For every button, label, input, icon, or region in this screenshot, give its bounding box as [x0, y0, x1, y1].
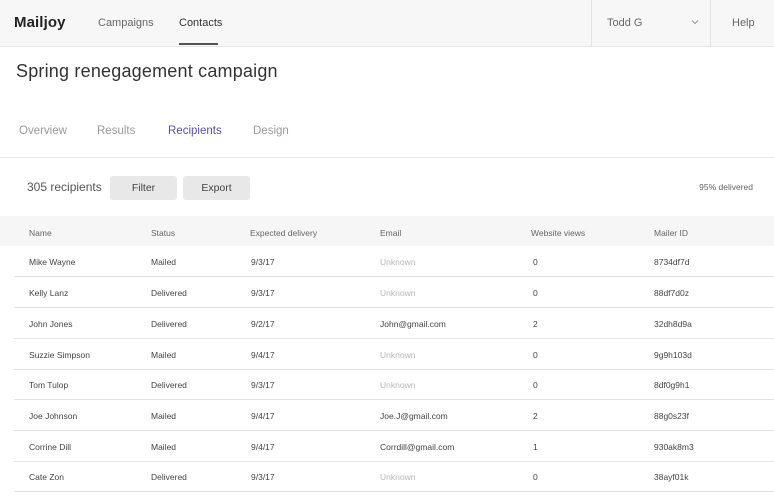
cell-mailer-id: 88g0s23f — [654, 411, 689, 421]
cell-expected-delivery: 9/3/17 — [251, 257, 275, 267]
cell-email[interactable]: Joe.J@gmail.com — [380, 411, 448, 421]
cell-name: Corrine Dill — [29, 442, 72, 452]
nav-campaigns[interactable]: Campaigns — [98, 17, 154, 29]
table-row[interactable]: Cate Zon Delivered 9/3/17 Unknown 0 38ay… — [14, 461, 774, 492]
cell-name: Kelly Lanz — [29, 288, 69, 298]
cell-mailer-id: 9g9h103d — [654, 350, 692, 360]
cell-expected-delivery: 9/2/17 — [251, 319, 275, 329]
table-row[interactable]: Joe Johnson Mailed 9/4/17 Joe.J@gmail.co… — [14, 400, 774, 431]
cell-mailer-id: 930ak8m3 — [654, 442, 694, 452]
cell-website-views: 0 — [533, 257, 538, 267]
table-row[interactable]: Suzzie Simpson Mailed 9/4/17 Unknown 0 9… — [14, 339, 774, 370]
cell-email: Unknown — [380, 288, 416, 298]
cell-email[interactable]: John@gmail.com — [380, 319, 446, 329]
tab-overview[interactable]: Overview — [19, 125, 67, 137]
delivered-percentage: 95% delivered — [699, 182, 753, 192]
cell-status: Delivered — [151, 319, 187, 329]
top-navigation-bar: Mailjoy Campaigns Contacts Todd G Help — [0, 0, 774, 47]
user-menu[interactable]: Todd G — [591, 0, 711, 46]
column-header-email[interactable]: Email — [380, 228, 401, 238]
chevron-down-icon — [691, 20, 699, 25]
cell-website-views: 0 — [533, 380, 538, 390]
table-row[interactable]: Tom Tulop Delivered 9/3/17 Unknown 0 8df… — [14, 369, 774, 400]
cell-website-views: 2 — [533, 319, 538, 329]
column-header-expected-delivery[interactable]: Expected delivery — [250, 228, 317, 238]
cell-name: Suzzie Simpson — [29, 350, 90, 360]
table-row[interactable]: John Jones Delivered 9/2/17 John@gmail.c… — [14, 308, 774, 339]
active-nav-indicator — [179, 43, 218, 45]
table-row[interactable]: Corrine Dill Mailed 9/4/17 Corrdill@gmai… — [14, 431, 774, 462]
column-header-mailer-id[interactable]: Mailer ID — [654, 228, 688, 238]
cell-status: Mailed — [151, 350, 177, 360]
cell-mailer-id: 8734df7d — [654, 257, 690, 267]
cell-expected-delivery: 9/4/17 — [251, 411, 275, 421]
cell-status: Mailed — [151, 257, 177, 267]
cell-name: Joe Johnson — [29, 411, 78, 421]
cell-status: Delivered — [151, 380, 187, 390]
tabs-divider — [0, 157, 774, 158]
cell-expected-delivery: 9/3/17 — [251, 380, 275, 390]
cell-email: Unknown — [380, 257, 416, 267]
column-header-status[interactable]: Status — [151, 228, 175, 238]
cell-expected-delivery: 9/4/17 — [251, 350, 275, 360]
recipient-count: 305 recipients — [27, 180, 102, 194]
table-row[interactable]: Kelly Lanz Delivered 9/3/17 Unknown 0 88… — [14, 277, 774, 308]
cell-mailer-id: 38ayf01k — [654, 472, 689, 482]
user-name: Todd G — [607, 17, 643, 29]
cell-website-views: 2 — [533, 411, 538, 421]
export-button[interactable]: Export — [183, 176, 250, 200]
cell-name: Mike Wayne — [29, 257, 76, 267]
table-row[interactable]: Mike Wayne Mailed 9/3/17 Unknown 0 8734d… — [14, 246, 774, 277]
cell-expected-delivery: 9/4/17 — [251, 442, 275, 452]
tab-results[interactable]: Results — [97, 125, 135, 137]
cell-website-views: 0 — [533, 288, 538, 298]
cell-mailer-id: 8df0g9h1 — [654, 380, 690, 390]
column-header-website-views[interactable]: Website views — [531, 228, 585, 238]
cell-name: Tom Tulop — [29, 380, 69, 390]
cell-status: Delivered — [151, 288, 187, 298]
cell-mailer-id: 32dh8d9a — [654, 319, 692, 329]
cell-email[interactable]: Corrdill@gmail.com — [380, 442, 454, 452]
cell-website-views: 0 — [533, 350, 538, 360]
column-header-name[interactable]: Name — [29, 228, 52, 238]
nav-contacts[interactable]: Contacts — [179, 17, 222, 29]
cell-website-views: 0 — [533, 472, 538, 482]
brand-logo[interactable]: Mailjoy — [14, 14, 66, 31]
cell-status: Mailed — [151, 442, 177, 452]
tab-design[interactable]: Design — [253, 125, 289, 137]
cell-name: John Jones — [29, 319, 73, 329]
help-link[interactable]: Help — [732, 17, 755, 29]
page-title: Spring renegagement campaign — [16, 61, 278, 81]
cell-status: Mailed — [151, 411, 177, 421]
filter-button[interactable]: Filter — [110, 176, 177, 200]
cell-email: Unknown — [380, 380, 416, 390]
cell-website-views: 1 — [533, 442, 538, 452]
tab-recipients[interactable]: Recipients — [168, 125, 222, 137]
cell-status: Delivered — [151, 472, 187, 482]
cell-email: Unknown — [380, 350, 416, 360]
table-header: Name Status Expected delivery Email Webs… — [0, 216, 774, 246]
cell-mailer-id: 88df7d0z — [654, 288, 689, 298]
cell-email: Unknown — [380, 472, 416, 482]
cell-expected-delivery: 9/3/17 — [251, 288, 275, 298]
cell-expected-delivery: 9/3/17 — [251, 472, 275, 482]
cell-name: Cate Zon — [29, 472, 64, 482]
